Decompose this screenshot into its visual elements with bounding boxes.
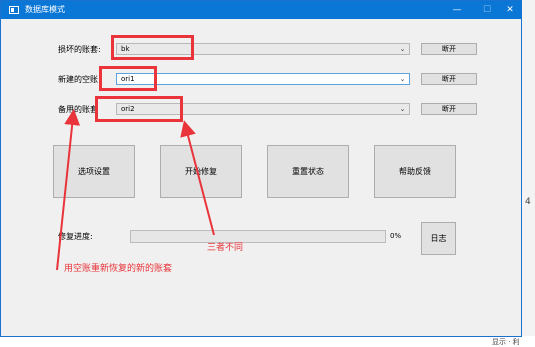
arrow-to-fields	[180, 120, 215, 236]
annotation-arrows	[56, 109, 215, 271]
annotation-recover: 用空账重新恢复的新的账套	[64, 264, 173, 274]
annotation-different: 三者不同	[207, 243, 244, 253]
arrow-to-backup	[56, 109, 81, 271]
